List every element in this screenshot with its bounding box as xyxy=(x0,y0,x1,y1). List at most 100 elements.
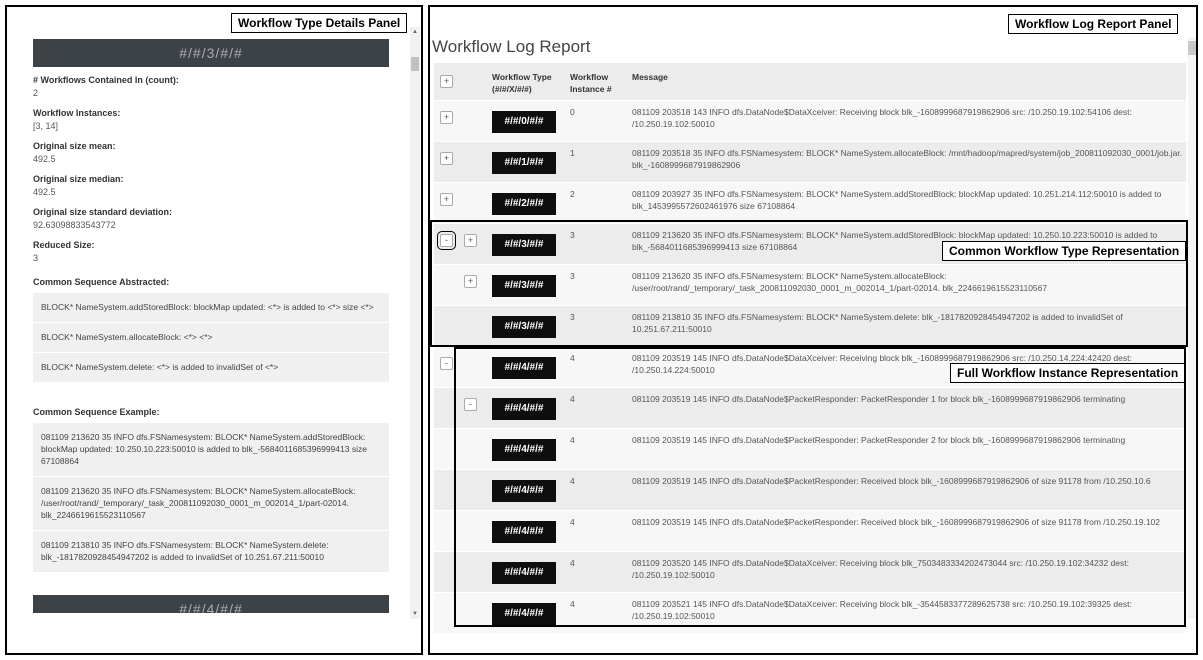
workflow-type-tag[interactable]: #/#/4/#/# xyxy=(492,439,556,461)
log-message: 081109 203519 145 INFO dfs.DataNode$Pack… xyxy=(632,476,1151,486)
log-message: 081109 213810 35 INFO dfs.FSNamesystem: … xyxy=(632,312,1123,334)
workflow-type-details-panel: #/#/3/#/# # Workflows Contained In (coun… xyxy=(5,5,423,655)
prop-workflow-instances: Workflow Instances: [3, 14] xyxy=(33,108,389,131)
instance-number: 4 xyxy=(570,599,575,609)
table-row[interactable]: + #/#/3/#/# 3 081109 213620 35 INFO dfs.FSN… xyxy=(434,265,1186,306)
collapse-button[interactable]: - xyxy=(440,357,453,370)
common-workflow-callout: Common Workflow Type Representation xyxy=(942,241,1187,261)
workflow-type-tag[interactable]: #/#/1/#/# xyxy=(492,152,556,174)
instance-number: 3 xyxy=(570,271,575,281)
log-message: 081109 203518 143 INFO dfs.DataNode$Data… xyxy=(632,107,1132,129)
prop-label: Original size standard deviation: xyxy=(33,207,173,217)
prop-size-stddev: Original size standard deviation: 92.630… xyxy=(33,207,389,230)
details-scroll-area[interactable]: #/#/3/#/# # Workflows Contained In (coun… xyxy=(7,7,409,613)
expand-button[interactable]: + xyxy=(464,234,477,247)
instance-number: 0 xyxy=(570,107,575,117)
example-sequence-heading: Common Sequence Example: xyxy=(33,407,160,417)
instance-number: 4 xyxy=(570,517,575,527)
scroll-up-icon[interactable]: ▲ xyxy=(412,29,418,35)
prop-workflow-count: # Workflows Contained In (count): 2 xyxy=(33,75,389,98)
example-sequence-item: 081109 213810 35 INFO dfs.FSNamesystem: … xyxy=(33,531,389,573)
expand-button[interactable]: + xyxy=(464,275,477,288)
collapse-button[interactable]: - xyxy=(437,231,456,250)
expand-button[interactable]: + xyxy=(440,193,453,206)
workflow-type-tag[interactable]: #/#/2/#/# xyxy=(492,193,556,215)
log-message: 081109 203519 145 INFO dfs.DataNode$Pack… xyxy=(632,394,1126,404)
column-header-instance: Workflow Instance # xyxy=(570,72,612,94)
workflow-type-tag[interactable]: #/#/4/#/# xyxy=(492,398,556,420)
workflow-type-tag[interactable]: #/#/4/#/# xyxy=(492,603,556,625)
workflow-type-tag[interactable]: #/#/4/#/# xyxy=(492,357,556,379)
scroll-down-icon[interactable]: ▼ xyxy=(412,611,418,617)
expand-all-button[interactable]: + xyxy=(440,75,453,88)
scroll-thumb[interactable] xyxy=(411,57,419,71)
expand-button[interactable]: + xyxy=(440,152,453,165)
instance-number: 4 xyxy=(570,476,575,486)
details-scrollbar[interactable]: ▲ ▼ xyxy=(410,27,420,619)
log-panel-callout: Workflow Log Report Panel xyxy=(1008,14,1179,34)
workflow-type-banner[interactable]: #/#/4/#/# xyxy=(33,595,389,613)
prop-value: 2 xyxy=(33,88,39,98)
workflow-type-tag[interactable]: #/#/4/#/# xyxy=(492,480,556,502)
prop-reduced-size: Reduced Size: 3 xyxy=(33,240,389,263)
workflow-log-report-panel: Workflow Log Report Panel Workflow Log R… xyxy=(428,5,1198,655)
instance-number: 3 xyxy=(570,230,575,240)
prop-value: 492.5 xyxy=(33,187,56,197)
workflow-type-tag[interactable]: #/#/3/#/# xyxy=(492,275,556,297)
prop-size-median: Original size median: 492.5 xyxy=(33,174,389,197)
table-row[interactable]: + #/#/0/#/# 0 081109 203518 143 INFO dfs.Da… xyxy=(434,101,1186,142)
table-row[interactable]: #/#/4/#/# 4 081109 203521 145 INFO dfs.Dat… xyxy=(434,593,1186,634)
prop-size-mean: Original size mean: 492.5 xyxy=(33,141,389,164)
instance-number: 4 xyxy=(570,435,575,445)
log-message: 081109 203519 145 INFO dfs.DataNode$Pack… xyxy=(632,517,1161,527)
table-row[interactable]: #/#/4/#/# 4 081109 203519 145 INFO dfs.Dat… xyxy=(434,470,1186,511)
table-header-row: + Workflow Type (#/#/X/#/#) Workflow Ins… xyxy=(434,63,1186,101)
page-title: Workflow Log Report xyxy=(432,37,591,56)
workflow-type-banner[interactable]: #/#/3/#/# xyxy=(33,39,389,67)
instance-number: 4 xyxy=(570,394,575,404)
instance-number: 2 xyxy=(570,189,575,199)
prop-label: Original size median: xyxy=(33,174,124,184)
workflow-type-tag[interactable]: #/#/0/#/# xyxy=(492,111,556,133)
table-row[interactable]: #/#/4/#/# 4 081109 203519 145 INFO dfs.Dat… xyxy=(434,429,1186,470)
prop-label: # Workflows Contained In (count): xyxy=(33,75,179,85)
column-header-message: Message xyxy=(632,72,668,82)
table-row[interactable]: + #/#/1/#/# 1 081109 203518 35 INFO dfs.FSN… xyxy=(434,142,1186,183)
instance-number: 3 xyxy=(570,312,575,322)
table-row[interactable]: + #/#/2/#/# 2 081109 203927 35 INFO dfs.FSN… xyxy=(434,183,1186,224)
instance-number: 4 xyxy=(570,353,575,363)
prop-value: 3 xyxy=(33,253,39,263)
log-message: 081109 203519 145 INFO dfs.DataNode$Pack… xyxy=(632,435,1126,445)
prop-value: 492.5 xyxy=(33,154,56,164)
workflow-type-tag[interactable]: #/#/3/#/# xyxy=(492,234,556,256)
prop-label: Original size mean: xyxy=(33,141,116,151)
table-row[interactable]: #/#/4/#/# 4 081109 203520 145 INFO dfs.Dat… xyxy=(434,552,1186,593)
abstracted-sequence-item: BLOCK* NameSystem.delete: <*> is added t… xyxy=(33,353,389,383)
table-row[interactable]: - #/#/4/#/# 4 081109 203519 145 INFO dfs.Da… xyxy=(434,388,1186,429)
table-row[interactable]: #/#/3/#/# 3 081109 213810 35 INFO dfs.FSNa… xyxy=(434,306,1186,347)
abstracted-sequence-heading: Common Sequence Abstracted: xyxy=(33,277,170,287)
example-sequence-item: 081109 213620 35 INFO dfs.FSNamesystem: … xyxy=(33,477,389,531)
example-sequence-item: 081109 213620 35 INFO dfs.FSNamesystem: … xyxy=(33,423,389,477)
prop-value: [3, 14] xyxy=(33,121,59,131)
expand-button[interactable]: + xyxy=(440,111,453,124)
workflow-type-tag[interactable]: #/#/3/#/# xyxy=(492,316,556,338)
abstracted-sequence-item: BLOCK* NameSystem.allocateBlock: <*> <*> xyxy=(33,323,389,353)
log-message: 081109 203518 35 INFO dfs.FSNamesystem: … xyxy=(632,148,1183,170)
log-scrollbar[interactable] xyxy=(1188,37,1196,619)
table-row[interactable]: #/#/4/#/# 4 081109 203519 145 INFO dfs.Dat… xyxy=(434,511,1186,552)
details-panel-callout: Workflow Type Details Panel xyxy=(231,13,408,33)
log-message: 081109 203520 145 INFO dfs.DataNode$Data… xyxy=(632,558,1129,580)
abstracted-sequence-item: BLOCK* NameSystem.addStoredBlock: blockM… xyxy=(33,293,389,323)
workflow-type-tag[interactable]: #/#/4/#/# xyxy=(492,562,556,584)
prop-label: Reduced Size: xyxy=(33,240,95,250)
prop-label: Workflow Instances: xyxy=(33,108,121,118)
scroll-thumb[interactable] xyxy=(1188,41,1196,55)
instance-number: 4 xyxy=(570,558,575,568)
log-message: 081109 213620 35 INFO dfs.FSNamesystem: … xyxy=(632,271,1048,293)
log-message: 081109 203927 35 INFO dfs.FSNamesystem: … xyxy=(632,189,1162,211)
column-header-type: Workflow Type (#/#/X/#/#) xyxy=(492,72,552,94)
workflow-type-tag[interactable]: #/#/4/#/# xyxy=(492,521,556,543)
log-table: + Workflow Type (#/#/X/#/#) Workflow Ins… xyxy=(434,63,1186,634)
collapse-button[interactable]: - xyxy=(464,398,477,411)
